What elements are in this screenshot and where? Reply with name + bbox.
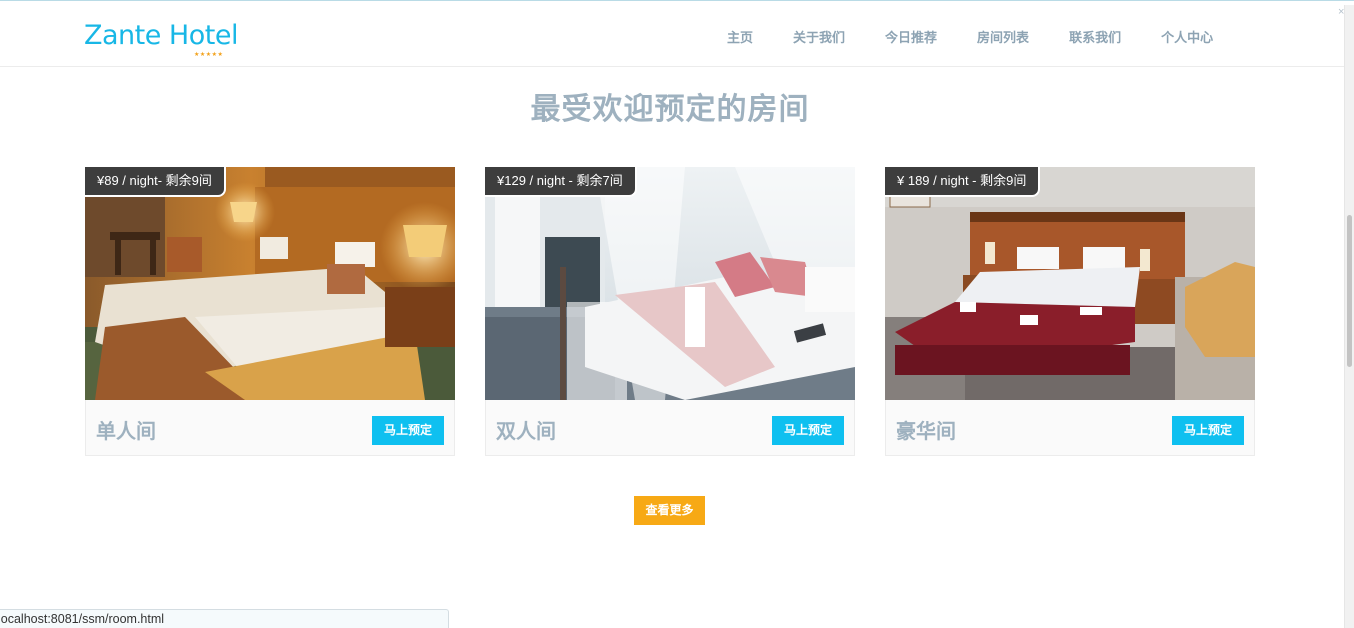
view-more-button[interactable]: 查看更多 [634,496,705,525]
room-name[interactable]: 豪华间 [896,415,956,444]
navbar: Zante Hotel ★★★★★ 主页 关于我们 今日推荐 房间列表 联系我们… [0,5,1344,67]
status-url: localhost:8081/ssm/room.html [0,612,165,626]
nav-item-recommend[interactable]: 今日推荐 [865,27,957,46]
room-photo-deluxe[interactable] [885,167,1255,400]
book-now-button[interactable]: 马上预定 [1172,416,1244,445]
price-tag: ¥ 189 / night - 剩余9间 [885,167,1041,197]
site-logo[interactable]: Zante Hotel [84,21,238,51]
price-tag: ¥89 / night- 剩余9间 [85,167,226,197]
room-name[interactable]: 单人间 [96,415,156,444]
nav-item-rooms[interactable]: 房间列表 [957,27,1049,46]
room-name[interactable]: 双人间 [496,415,556,444]
scrollbar-thumb[interactable] [1347,215,1352,367]
nav-menu: 主页 关于我们 今日推荐 房间列表 联系我们 个人中心 [705,27,1233,46]
logo-stars-icon: ★★★★★ [194,52,224,58]
room-card-double: ¥129 / night - 剩余7间 双人间 马上预定 [485,167,855,456]
room-photo-single[interactable] [85,167,455,400]
section-title: 最受欢迎预定的房间 [530,93,810,126]
nav-item-profile[interactable]: 个人中心 [1141,27,1233,46]
book-now-button[interactable]: 马上预定 [372,416,444,445]
book-now-button[interactable]: 马上预定 [772,416,844,445]
browser-status-bar: localhost:8081/ssm/room.html [0,609,449,628]
room-photo-double[interactable] [485,167,855,400]
price-tag: ¥129 / night - 剩余7间 [485,167,637,197]
room-card-single: ¥89 / night- 剩余9间 单人间 马上预定 [85,167,455,456]
page-scrollbar[interactable] [1344,5,1354,628]
nav-item-contact[interactable]: 联系我们 [1049,27,1141,46]
nav-item-about[interactable]: 关于我们 [773,27,865,46]
room-card-deluxe: ¥ 189 / night - 剩余9间 豪华间 马上预定 [885,167,1255,456]
nav-item-home[interactable]: 主页 [705,27,773,46]
